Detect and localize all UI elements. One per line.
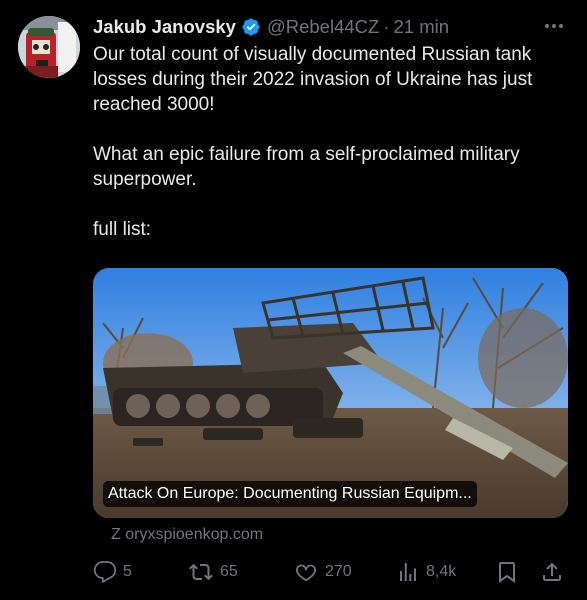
card-title: Attack On Europe: Documenting Russian Eq…	[103, 481, 477, 507]
views-button[interactable]: 8,4k	[396, 558, 456, 586]
reply-button[interactable]: 5	[93, 558, 132, 586]
separator-dot: ·	[383, 16, 390, 37]
avatar-image	[18, 16, 80, 78]
bookmark-button[interactable]	[495, 558, 519, 586]
like-count: 270	[325, 563, 352, 580]
timestamp[interactable]: 21 min	[393, 16, 449, 38]
reply-icon	[93, 560, 117, 584]
reply-count: 5	[123, 563, 132, 580]
link-card[interactable]: Attack On Europe: Documenting Russian Eq…	[93, 268, 568, 518]
share-icon	[540, 560, 564, 584]
retweet-icon	[188, 560, 214, 584]
retweet-button[interactable]: 65	[188, 558, 238, 586]
more-icon[interactable]	[542, 16, 566, 36]
author-handle[interactable]: @Rebel44CZ	[267, 16, 379, 38]
tweet[interactable]: Jakub Janovsky @Rebel44CZ · 21 min Our t…	[0, 0, 587, 600]
like-button[interactable]: 270	[293, 558, 352, 586]
heart-icon	[293, 560, 319, 584]
avatar[interactable]	[18, 16, 80, 78]
retweet-count: 65	[220, 563, 238, 580]
tweet-actions: 5 65 270 8,4k	[93, 558, 568, 588]
verified-badge-icon	[241, 17, 261, 37]
card-domain[interactable]: Z oryxspioenkop.com	[111, 526, 263, 544]
bookmark-icon	[495, 560, 519, 584]
views-icon	[396, 560, 420, 584]
views-count: 8,4k	[426, 563, 457, 580]
tweet-text: Our total count of visually documented R…	[93, 44, 533, 240]
author-name[interactable]: Jakub Janovsky	[93, 16, 236, 38]
share-button[interactable]	[540, 558, 564, 586]
tweet-header: Jakub Janovsky @Rebel44CZ · 21 min	[93, 14, 449, 40]
